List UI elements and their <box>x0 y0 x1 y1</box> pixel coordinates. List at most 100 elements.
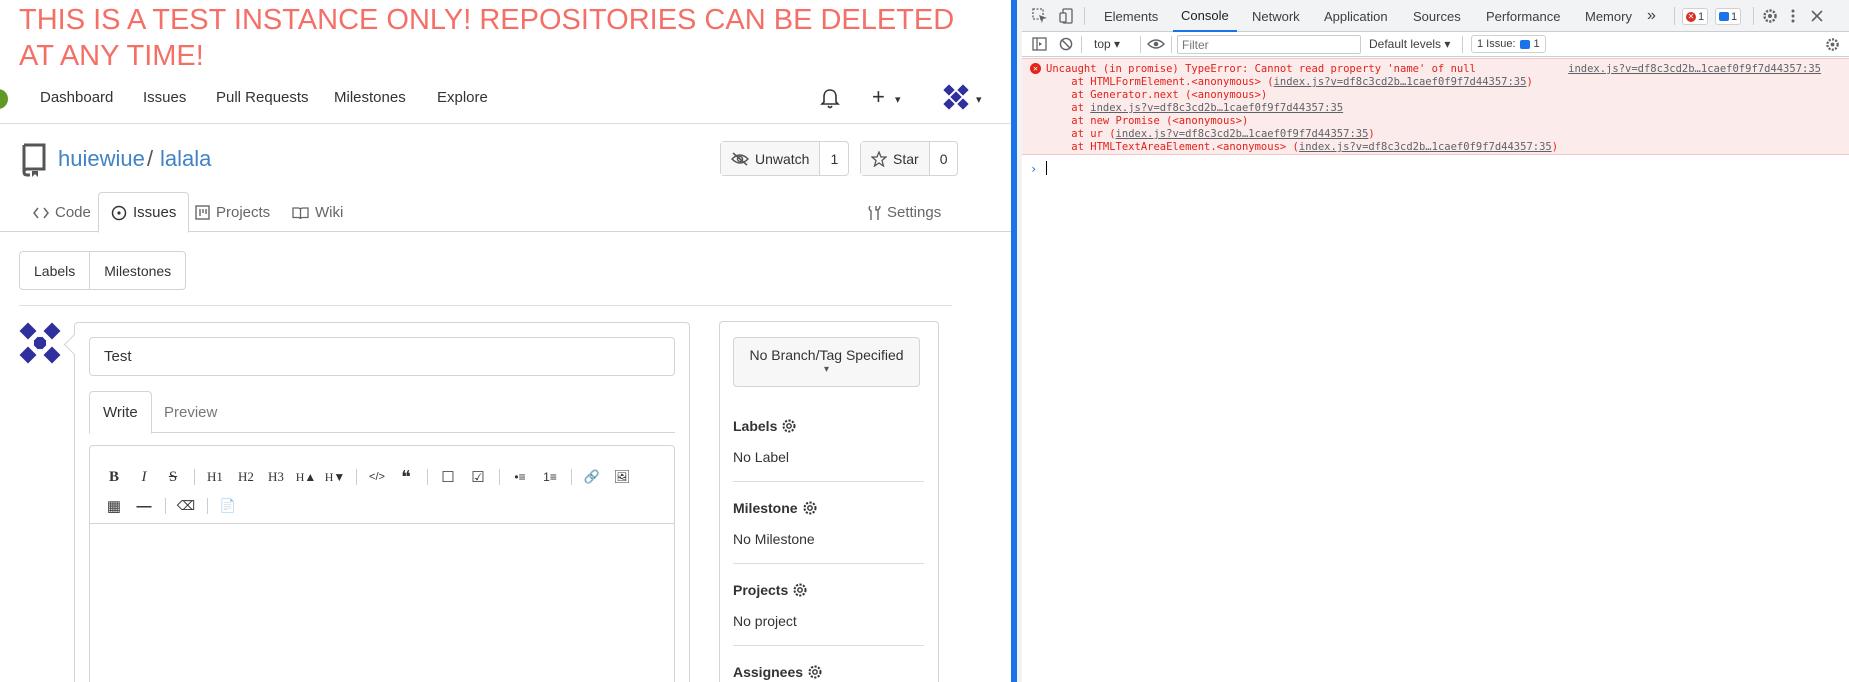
repo-book-icon <box>22 143 46 177</box>
milestones-button[interactable]: Milestones <box>89 252 185 289</box>
error-icon: ✕ <box>1686 11 1696 22</box>
repo-owner-link[interactable]: huiewiue <box>58 146 145 172</box>
checkbox-empty-icon[interactable]: ☐ <box>437 466 459 488</box>
user-menu-chevron-down-icon[interactable]: ▾ <box>976 93 982 106</box>
horizontal-rule-icon[interactable]: — <box>133 495 155 517</box>
kebab-menu-icon[interactable] <box>1790 8 1796 24</box>
gitea-logo-icon[interactable] <box>0 89 8 109</box>
projects-title-text: Projects <box>733 582 789 598</box>
close-icon[interactable] <box>1811 10 1823 22</box>
labels-button[interactable]: Labels <box>20 252 89 289</box>
italic-icon[interactable]: I <box>133 466 155 488</box>
stack-frame-link[interactable]: index.js?v=df8c3cd2b…1caef0f9f7d44357:35 <box>1299 141 1552 153</box>
nav-issues[interactable]: Issues <box>143 89 186 106</box>
tab-code-label: Code <box>55 204 91 221</box>
stack-frame: at new Promise (<anonymous>) <box>1046 115 1248 128</box>
assignees-title[interactable]: Assignees <box>733 664 924 680</box>
more-tabs-icon[interactable]: » <box>1639 0 1664 32</box>
branch-tag-dropdown[interactable]: No Branch/Tag Specified ▾ <box>733 337 920 387</box>
nav-explore[interactable]: Explore <box>437 89 488 106</box>
tab-console[interactable]: Console <box>1173 0 1237 32</box>
inspect-element-icon[interactable] <box>1032 8 1048 24</box>
unwatch-button[interactable]: Unwatch <box>721 142 820 175</box>
gear-icon[interactable] <box>802 500 818 516</box>
tab-elements[interactable]: Elements <box>1096 0 1166 32</box>
code-block-icon[interactable]: </> <box>366 466 388 488</box>
console-input-caret[interactable] <box>1046 161 1047 175</box>
clear-console-icon[interactable] <box>1059 37 1073 51</box>
tab-application[interactable]: Application <box>1316 0 1396 32</box>
device-toolbar-icon[interactable] <box>1059 8 1075 24</box>
table-icon[interactable]: ▦ <box>103 495 125 517</box>
tab-issues[interactable]: Issues <box>98 192 190 233</box>
markdown-editor[interactable]: B I S H1 H2 H3 H▲ H▼ </> ❝ ☐ ☑ •≡ 1≡ 🔗 🖼… <box>89 445 675 682</box>
issues-counter-button[interactable]: 1 Issue: 1 <box>1471 35 1546 53</box>
stack-frame-text: ) <box>1368 128 1375 140</box>
gear-icon[interactable] <box>792 582 808 598</box>
bold-icon[interactable]: B <box>103 466 125 488</box>
eraser-icon[interactable]: ⌫ <box>175 495 197 517</box>
tab-sources[interactable]: Sources <box>1405 0 1469 32</box>
heading-1-icon[interactable]: H1 <box>204 466 226 488</box>
watchers-count-link[interactable]: 1 <box>819 142 848 175</box>
strikethrough-icon[interactable]: S <box>162 466 184 488</box>
tab-wiki[interactable]: Wiki <box>280 192 355 233</box>
labels-title[interactable]: Labels <box>733 418 924 434</box>
heading-smaller-icon[interactable]: H▼ <box>324 466 346 488</box>
star-button[interactable]: Star <box>861 142 929 175</box>
toolbar-separator <box>1171 36 1172 53</box>
file-icon[interactable]: 📄 <box>217 495 239 517</box>
preview-tab[interactable]: Preview <box>151 391 230 434</box>
checkbox-checked-icon[interactable]: ☑ <box>467 466 489 488</box>
issue-title-input[interactable] <box>89 337 675 376</box>
error-count-badge[interactable]: ✕ 1 <box>1682 8 1709 25</box>
gear-icon[interactable] <box>781 418 797 434</box>
create-menu-chevron-down-icon[interactable]: ▾ <box>895 93 901 106</box>
create-new-plus-icon[interactable]: + <box>872 84 885 110</box>
gear-icon[interactable] <box>807 664 823 680</box>
ordered-list-icon[interactable]: 1≡ <box>539 466 561 488</box>
settings-gear-icon[interactable] <box>1762 8 1778 24</box>
context-selector[interactable]: top ▾ <box>1094 37 1120 51</box>
heading-3-icon[interactable]: H3 <box>265 466 287 488</box>
nav-milestones[interactable]: Milestones <box>334 89 406 106</box>
console-output[interactable]: ✕ Uncaught (in promise) TypeError: Canno… <box>1022 58 1849 682</box>
message-count-badge[interactable]: 1 <box>1715 8 1742 25</box>
toolbar-separator <box>1674 7 1675 25</box>
heading-bigger-icon[interactable]: H▲ <box>295 466 317 488</box>
stack-frame-link[interactable]: index.js?v=df8c3cd2b…1caef0f9f7d44357:35 <box>1090 102 1343 114</box>
projects-title[interactable]: Projects <box>733 582 924 598</box>
link-icon[interactable]: 🔗 <box>581 466 603 488</box>
user-avatar[interactable] <box>943 84 969 110</box>
console-settings-gear-icon[interactable] <box>1825 37 1840 52</box>
heading-2-icon[interactable]: H2 <box>235 466 257 488</box>
stars-count-link[interactable]: 0 <box>928 142 958 175</box>
branch-chevron-down-icon: ▾ <box>823 364 830 375</box>
console-filter-input[interactable] <box>1177 35 1361 54</box>
image-icon[interactable]: 🖼 <box>611 466 633 488</box>
issues-label: 1 Issue: <box>1477 38 1516 50</box>
error-source-link[interactable]: index.js?v=df8c3cd2b…1caef0f9f7d44357:35 <box>1568 63 1821 75</box>
live-expression-eye-icon[interactable] <box>1147 38 1165 50</box>
stack-frame-text: at HTMLFormElement.<anonymous> ( <box>1046 76 1274 88</box>
tab-memory[interactable]: Memory <box>1577 0 1640 32</box>
nav-pull-requests[interactable]: Pull Requests <box>216 89 309 106</box>
issue-opened-icon <box>111 205 127 220</box>
tab-performance[interactable]: Performance <box>1478 0 1568 32</box>
tab-network[interactable]: Network <box>1244 0 1308 32</box>
tab-code[interactable]: Code <box>21 192 103 233</box>
sidebar-toggle-icon[interactable] <box>1032 37 1047 51</box>
nav-dashboard[interactable]: Dashboard <box>40 89 113 106</box>
notifications-bell-icon[interactable] <box>820 88 840 110</box>
tab-projects[interactable]: Projects <box>183 192 282 233</box>
stack-frame-link[interactable]: index.js?v=df8c3cd2b…1caef0f9f7d44357:35 <box>1274 76 1527 88</box>
repo-name-link[interactable]: lalala <box>160 146 211 172</box>
stack-frame-link[interactable]: index.js?v=df8c3cd2b…1caef0f9f7d44357:35 <box>1116 128 1369 140</box>
write-tab[interactable]: Write <box>89 391 152 434</box>
unordered-list-icon[interactable]: •≡ <box>509 466 531 488</box>
branch-tag-label: No Branch/Tag Specified <box>749 347 904 363</box>
tab-settings[interactable]: Settings <box>855 192 953 233</box>
log-levels-dropdown[interactable]: Default levels ▾ <box>1369 37 1450 51</box>
quote-icon[interactable]: ❝ <box>395 466 417 488</box>
milestone-title[interactable]: Milestone <box>733 500 924 516</box>
